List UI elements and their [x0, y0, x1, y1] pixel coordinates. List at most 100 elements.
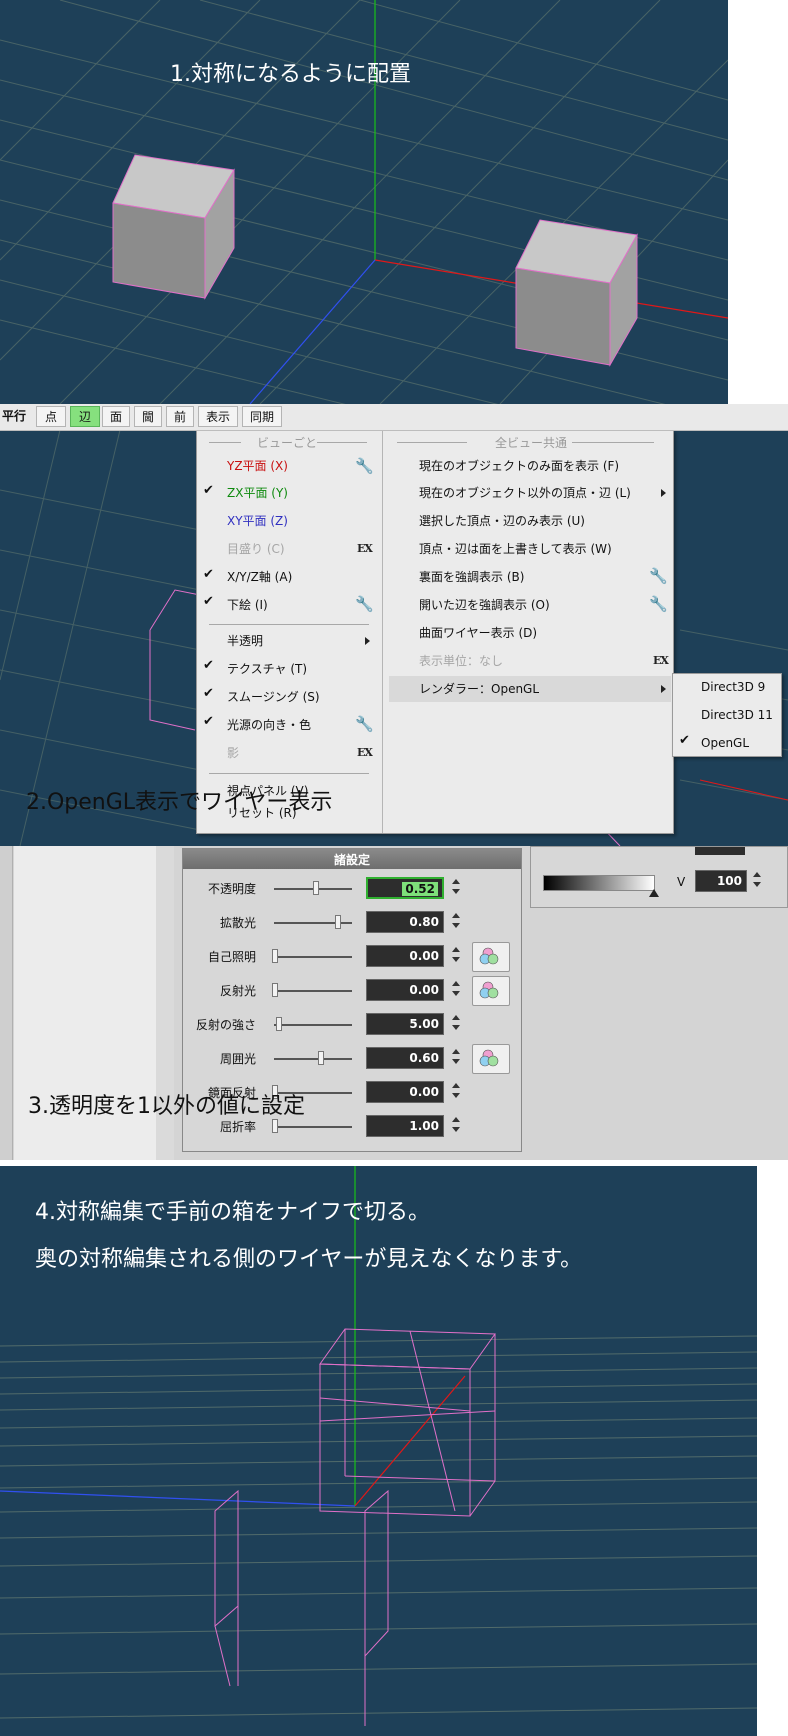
slider-thumb[interactable] [313, 881, 319, 895]
number-field[interactable]: 0.52 [366, 877, 444, 899]
menu-item-underlay[interactable]: 下絵 (I) [227, 595, 268, 615]
number-field[interactable]: 5.00 [366, 1013, 444, 1035]
number-field[interactable]: 0.60 [366, 1047, 444, 1069]
ex-icon: EX [653, 654, 669, 667]
toolbar-sync-button[interactable]: 同期 [242, 406, 282, 427]
menu-separator [209, 773, 369, 774]
menu-item-display-unit: 表示単位：なし [419, 654, 504, 668]
caption-3: 3.透明度を1以外の値に設定 [28, 1094, 305, 1119]
check-icon: ✔ [203, 686, 214, 701]
menu-item-xy-plane[interactable]: XY平面 (Z) [227, 511, 288, 531]
submenu-item-direct3d9[interactable]: Direct3D 9 [701, 677, 765, 697]
viewport-1[interactable]: 1.対称になるように配置 [0, 0, 728, 404]
texture-panel: V 100 [530, 846, 788, 908]
submenu-item-direct3d11[interactable]: Direct3D 11 [701, 705, 773, 725]
menu-item-light[interactable]: 光源の向き・色 [227, 715, 311, 735]
number-field[interactable]: 0.00 [366, 945, 444, 967]
check-icon: ✔ [203, 658, 214, 673]
number-field[interactable]: 1.00 [366, 1115, 444, 1137]
toolbar-hidden-button[interactable]: 閫 [134, 406, 162, 427]
spin-buttons[interactable] [450, 978, 462, 1002]
spin-buttons[interactable] [450, 876, 462, 900]
menu-item-other-object-vertices[interactable]: 現在のオブジェクト以外の頂点・辺 (L) [419, 483, 631, 503]
slider-track [274, 1024, 352, 1026]
prop-label: 不透明度 [207, 882, 256, 896]
color-picker-button[interactable] [472, 976, 510, 1006]
color-circles-icon [479, 947, 499, 965]
slider-thumb[interactable] [272, 949, 278, 963]
toolbar-face-button[interactable]: 面 [102, 406, 130, 427]
toolbar-vertex-button[interactable]: 点 [36, 406, 66, 427]
color-circles-icon [479, 1049, 499, 1067]
caption-4-line2: 奥の対称編集される側のワイヤーが見えなくなります。 [35, 1247, 583, 1272]
slider-thumb[interactable] [272, 1119, 278, 1133]
number-field[interactable]: 0.00 [366, 1081, 444, 1103]
wrench-icon[interactable]: 🔧 [355, 457, 374, 475]
menu-item-zx-plane[interactable]: ZX平面 (Y) [227, 483, 288, 503]
menu-item-scale: 目盛り (C) [227, 542, 285, 556]
toolbar-display-button[interactable]: 表示 [198, 406, 238, 427]
v-field[interactable]: 100 [695, 870, 747, 892]
prop-label: 自己照明 [207, 950, 256, 964]
spin-buttons[interactable] [751, 869, 763, 893]
menu-item-curve-wire[interactable]: 曲面ワイヤー表示 (D) [419, 623, 537, 643]
per-view-header-line-left [209, 442, 241, 443]
toolbar-edge-button[interactable]: 辺 [70, 406, 100, 427]
all-view-header-line-right [572, 442, 654, 443]
v-field-partial[interactable] [695, 847, 745, 855]
menu-separator [209, 624, 369, 625]
gradient-bar[interactable] [543, 875, 655, 891]
prop-label: 周囲光 [219, 1052, 256, 1066]
slider-track [274, 956, 352, 958]
per-view-header: ビューごと [257, 436, 318, 450]
number-field[interactable]: 0.00 [366, 979, 444, 1001]
spin-buttons[interactable] [450, 1114, 462, 1138]
submenu-item-opengl[interactable]: OpenGL [701, 733, 749, 753]
slider-track [274, 1126, 352, 1128]
wrench-icon[interactable]: 🔧 [355, 595, 374, 613]
material-section: 諸設定 不透明度 0.52 拡散光 0.80 自己照明 0.00 反射光 0.0… [0, 846, 788, 1160]
settings-title: 諸設定 [333, 853, 370, 867]
wrench-icon[interactable]: 🔧 [649, 567, 668, 585]
caption-1: 1.対称になるように配置 [170, 62, 411, 87]
menu-item-selected-only[interactable]: 選択した頂点・辺のみ表示 (U) [419, 511, 585, 531]
check-icon: ✔ [203, 714, 214, 729]
slider-thumb[interactable] [335, 915, 341, 929]
wrench-icon[interactable]: 🔧 [649, 595, 668, 613]
toolbar-front-button[interactable]: 前 [166, 406, 194, 427]
menu-item-smoothing[interactable]: スムージング (S) [227, 687, 320, 707]
slider-thumb[interactable] [272, 983, 278, 997]
menu-item-open-edges[interactable]: 開いた辺を強調表示 (O) [419, 595, 550, 615]
toolbar-parallel[interactable]: 平行 [2, 406, 26, 427]
spin-buttons[interactable] [450, 1012, 462, 1036]
slider-thumb[interactable] [276, 1017, 282, 1031]
menu-item-texture[interactable]: テクスチャ (T) [227, 659, 307, 679]
submenu-arrow-icon [661, 489, 666, 497]
slider-thumb[interactable] [318, 1051, 324, 1065]
per-view-header-line-right [317, 442, 367, 443]
gradient-marker-icon[interactable] [649, 889, 659, 897]
menu-item-translucent[interactable]: 半透明 [227, 631, 263, 651]
spin-buttons[interactable] [450, 1080, 462, 1104]
menu-item-renderer[interactable]: レンダラー：OpenGL [419, 679, 539, 699]
ex-icon: EX [357, 542, 373, 555]
check-icon: ✔ [203, 567, 214, 582]
color-picker-button[interactable] [472, 1044, 510, 1074]
check-icon: ✔ [679, 733, 690, 748]
prop-label: 反射光 [219, 984, 256, 998]
menu-item-yz-plane[interactable]: YZ平面 (X) [227, 456, 288, 476]
number-field[interactable]: 0.80 [366, 911, 444, 933]
menu-item-backface[interactable]: 裏面を強調表示 (B) [419, 567, 524, 587]
spin-buttons[interactable] [450, 1046, 462, 1070]
menu-item-axis[interactable]: X/Y/Z軸 (A) [227, 567, 292, 587]
viewport-4[interactable]: 4.対称編集で手前の箱をナイフで切る。 奥の対称編集される側のワイヤーが見えなく… [0, 1166, 757, 1736]
view-menu: ビューごと 全ビュー共通 YZ平面 (X) 🔧 ✔ ZX平面 (Y) XY平面 … [196, 430, 674, 834]
wrench-icon[interactable]: 🔧 [355, 715, 374, 733]
menu-item-current-object-faces[interactable]: 現在のオブジェクトのみ面を表示 (F) [419, 456, 619, 476]
check-icon: ✔ [203, 594, 214, 609]
spin-buttons[interactable] [450, 944, 462, 968]
menu-item-overwrite-faces[interactable]: 頂点・辺は面を上書きして表示 (W) [419, 539, 612, 559]
viewport-2[interactable]: ビューごと 全ビュー共通 YZ平面 (X) 🔧 ✔ ZX平面 (Y) XY平面 … [0, 430, 788, 846]
spin-buttons[interactable] [450, 910, 462, 934]
color-picker-button[interactable] [472, 942, 510, 972]
